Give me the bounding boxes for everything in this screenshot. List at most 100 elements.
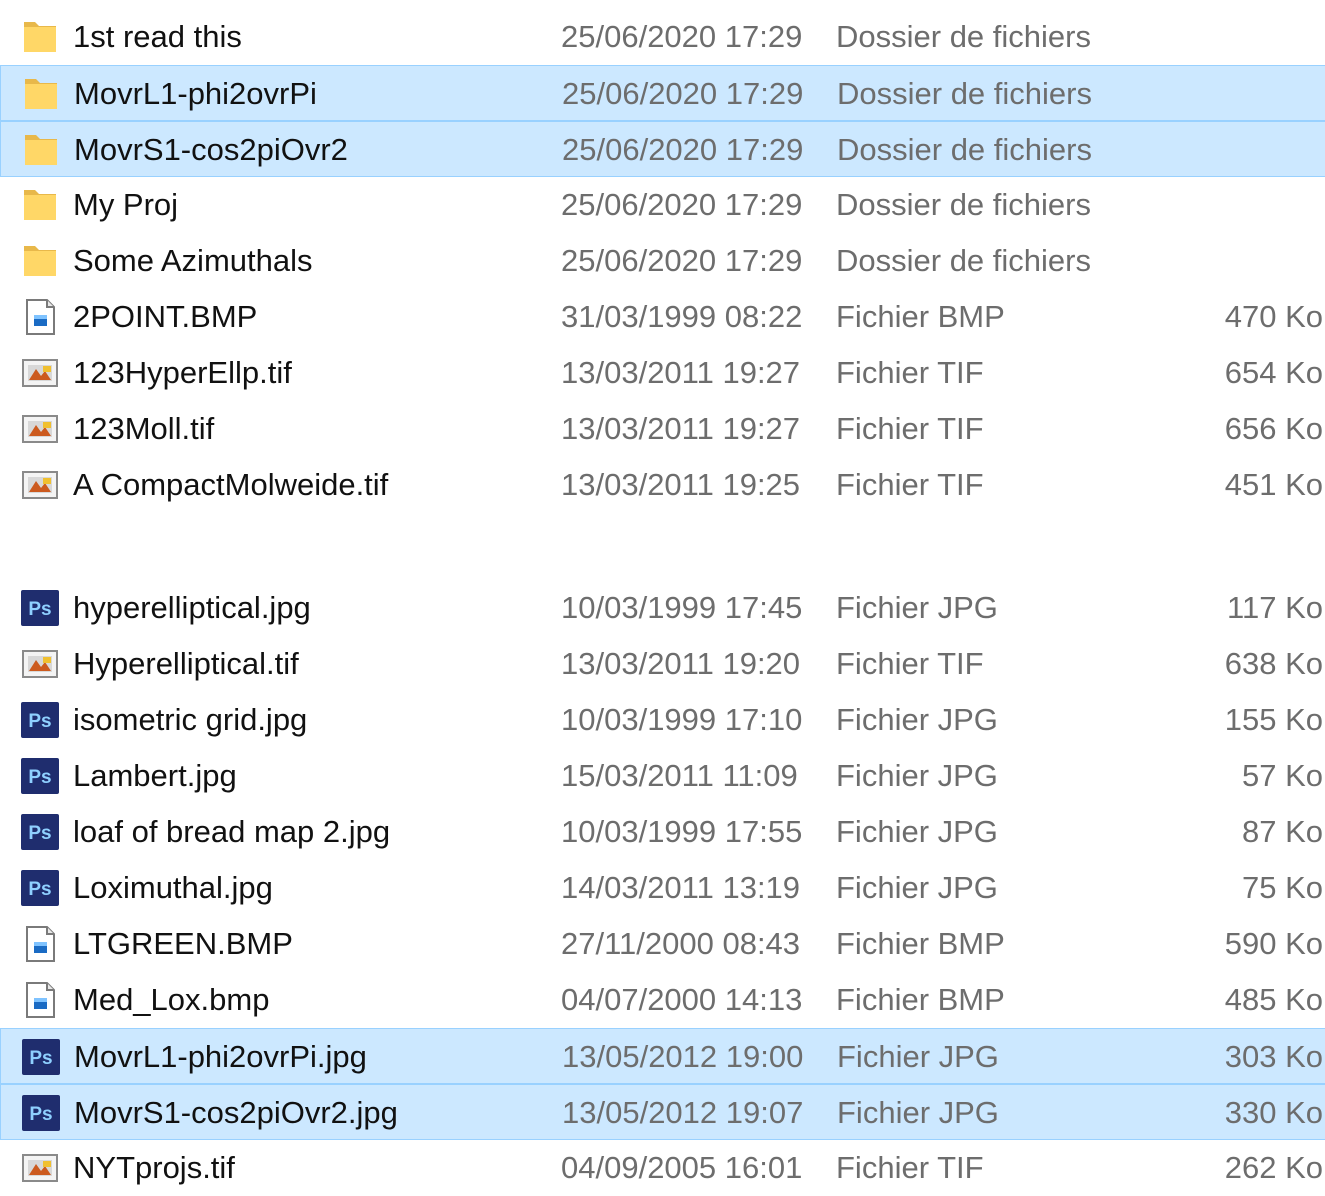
folder-icon: [20, 186, 60, 224]
file-name: MovrS1-cos2piOvr2.jpg: [74, 1095, 398, 1130]
file-type: Fichier TIF: [836, 411, 984, 446]
file-name: Loximuthal.jpg: [73, 870, 273, 905]
file-row[interactable]: Ps isometric grid.jpg 10/03/1999 17:10 Fich…: [0, 692, 1325, 748]
bmp-file-icon: [20, 925, 60, 963]
photoshop-file-icon: Ps: [20, 869, 60, 907]
file-type: Fichier JPG: [836, 702, 998, 737]
file-size: 155 Ko: [1224, 702, 1323, 737]
svg-text:Ps: Ps: [28, 879, 51, 900]
photoshop-file-icon: Ps: [20, 701, 60, 739]
file-name: NYTprojs.tif: [73, 1150, 235, 1185]
file-name: MovrL1-phi2ovrPi.jpg: [74, 1039, 367, 1074]
file-modified-date: 13/05/2012 19:00: [562, 1039, 804, 1074]
file-type: Fichier JPG: [836, 814, 998, 849]
file-modified-date: 13/03/2011 19:27: [561, 355, 801, 390]
file-size: 590 Ko: [1224, 926, 1323, 961]
file-row[interactable]: LTGREEN.BMP 27/11/2000 08:43 Fichier BMP 59…: [0, 916, 1325, 972]
photoshop-file-icon: Ps: [20, 589, 60, 627]
file-row[interactable]: MovrL1-phi2ovrPi 25/06/2020 17:29 Dossier …: [0, 65, 1325, 121]
file-modified-date: 15/03/2011 11:09: [561, 758, 798, 793]
file-name: 123Moll.tif: [73, 411, 215, 446]
file-size: 87 Ko: [1241, 814, 1323, 849]
file-name: 1st read this: [73, 19, 242, 54]
file-name: hyperelliptical.jpg: [73, 590, 311, 625]
photoshop-file-icon: Ps: [21, 1094, 61, 1132]
file-name: 2POINT.BMP: [73, 299, 258, 334]
file-modified-date: 25/06/2020 17:29: [561, 243, 803, 278]
tif-file-icon: [20, 410, 60, 448]
file-modified-date: 04/09/2005 16:01: [561, 1150, 803, 1185]
file-size: 656 Ko: [1224, 411, 1323, 446]
file-type: Fichier JPG: [837, 1095, 999, 1130]
file-type: Fichier TIF: [836, 467, 984, 502]
file-name: Hyperelliptical.tif: [73, 646, 299, 681]
file-row[interactable]: A CompactMolweide.tif 13/03/2011 19:25 Fic…: [0, 457, 1325, 513]
file-name: Some Azimuthals: [73, 243, 313, 278]
file-row[interactable]: Hyperelliptical.tif 13/03/2011 19:20 Fichi…: [0, 636, 1325, 692]
file-modified-date: 25/06/2020 17:29: [562, 132, 804, 167]
svg-text:Ps: Ps: [28, 599, 51, 620]
svg-text:Ps: Ps: [28, 711, 51, 732]
file-size: 117 Ko: [1227, 590, 1323, 625]
file-size: 57 Ko: [1241, 758, 1323, 793]
file-row[interactable]: Ps Loximuthal.jpg 14/03/2011 13:19 Fichier …: [0, 860, 1325, 916]
file-type: Dossier de fichiers: [837, 132, 1092, 167]
file-size: 470 Ko: [1224, 299, 1323, 334]
file-name: LTGREEN.BMP: [73, 926, 293, 961]
tif-file-icon: [20, 1149, 60, 1187]
file-row[interactable]: Ps Lambert.jpg 15/03/2011 11:09 Fichier JPG…: [0, 748, 1325, 804]
file-row[interactable]: 123HyperEllp.tif 13/03/2011 19:27 Fichier …: [0, 345, 1325, 401]
photoshop-file-icon: Ps: [20, 757, 60, 795]
file-row[interactable]: Ps hyperelliptical.jpg 10/03/1999 17:45 Fic…: [0, 580, 1325, 636]
file-type: Fichier JPG: [836, 758, 998, 793]
folder-icon: [21, 75, 61, 113]
file-type: Fichier BMP: [836, 926, 1005, 961]
file-size: 75 Ko: [1241, 870, 1323, 905]
file-name: 123HyperEllp.tif: [73, 355, 292, 390]
file-size: 330 Ko: [1224, 1095, 1323, 1130]
file-row[interactable]: NYTprojs.tif 04/09/2005 16:01 Fichier TIF 2…: [0, 1140, 1325, 1196]
folder-icon: [20, 18, 60, 56]
file-name: MovrL1-phi2ovrPi: [74, 76, 317, 111]
file-name: loaf of bread map 2.jpg: [73, 814, 391, 849]
file-row[interactable]: Ps MovrL1-phi2ovrPi.jpg 13/05/2012 19:00 Fi…: [0, 1028, 1325, 1084]
file-modified-date: 13/03/2011 19:27: [561, 411, 801, 446]
file-type: Dossier de fichiers: [836, 243, 1091, 278]
file-type: Fichier TIF: [836, 1150, 984, 1185]
file-modified-date: 14/03/2011 13:19: [561, 870, 801, 905]
file-size: 485 Ko: [1224, 982, 1323, 1017]
file-modified-date: 25/06/2020 17:29: [561, 19, 803, 54]
bmp-file-icon: [20, 298, 60, 336]
file-modified-date: 25/06/2020 17:29: [561, 187, 803, 222]
svg-text:Ps: Ps: [28, 823, 51, 844]
file-name: A CompactMolweide.tif: [73, 467, 389, 502]
file-type: Fichier TIF: [836, 355, 984, 390]
file-row[interactable]: My Proj 25/06/2020 17:29 Dossier de fichie…: [0, 177, 1325, 233]
file-size: 262 Ko: [1224, 1150, 1323, 1185]
file-modified-date: 10/03/1999 17:45: [561, 590, 803, 625]
file-type: Dossier de fichiers: [836, 187, 1091, 222]
file-modified-date: 27/11/2000 08:43: [561, 926, 801, 961]
file-row[interactable]: Med_Lox.bmp 04/07/2000 14:13 Fichier BMP 48…: [0, 972, 1325, 1028]
file-modified-date: 13/03/2011 19:20: [561, 646, 801, 681]
file-row[interactable]: Ps MovrS1-cos2piOvr2.jpg 13/05/2012 19:07 F…: [0, 1084, 1325, 1140]
photoshop-file-icon: Ps: [20, 813, 60, 851]
file-modified-date: 04/07/2000 14:13: [561, 982, 803, 1017]
file-name: My Proj: [73, 187, 179, 222]
file-row[interactable]: 123Moll.tif 13/03/2011 19:27 Fichier TIF 65…: [0, 401, 1325, 457]
file-modified-date: 13/03/2011 19:25: [561, 467, 801, 502]
file-type: Fichier JPG: [837, 1039, 999, 1074]
file-modified-date: 13/05/2012 19:07: [562, 1095, 804, 1130]
tif-file-icon: [20, 645, 60, 683]
file-row[interactable]: 2POINT.BMP 31/03/1999 08:22 Fichier BMP 470…: [0, 289, 1325, 345]
folder-icon: [21, 131, 61, 169]
file-row[interactable]: Some Azimuthals 25/06/2020 17:29 Dossier d…: [0, 233, 1325, 289]
file-row[interactable]: 1st read this 25/06/2020 17:29 Dossier de …: [0, 9, 1325, 65]
svg-text:Ps: Ps: [28, 767, 51, 788]
file-modified-date: 31/03/1999 08:22: [561, 299, 803, 334]
file-row[interactable]: Ps loaf of bread map 2.jpg 10/03/1999 17:5…: [0, 804, 1325, 860]
file-name: isometric grid.jpg: [73, 702, 308, 737]
file-row[interactable]: MovrS1-cos2piOvr2 25/06/2020 17:29 Dossier…: [0, 121, 1325, 177]
file-size: 451 Ko: [1224, 467, 1323, 502]
bmp-file-icon: [20, 981, 60, 1019]
